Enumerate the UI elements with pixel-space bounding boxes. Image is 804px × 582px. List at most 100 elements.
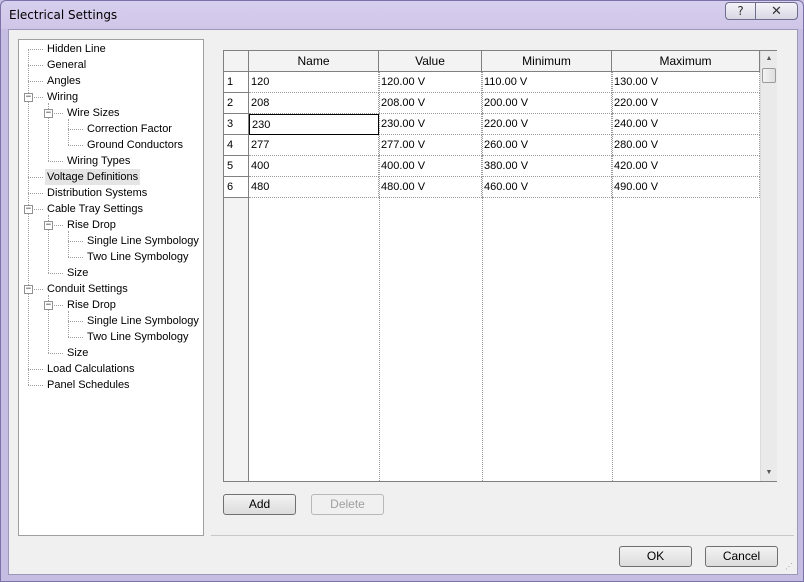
tree-item-label: Wiring bbox=[47, 91, 79, 103]
tree-connector bbox=[48, 353, 63, 354]
table-cell[interactable]: 240.00 V bbox=[612, 114, 760, 135]
scroll-thumb[interactable] bbox=[762, 68, 776, 83]
tree-item[interactable]: Two Line Symbology bbox=[85, 249, 191, 265]
tree-connector bbox=[48, 161, 63, 162]
tree-item[interactable]: Cable Tray Settings bbox=[45, 201, 145, 217]
tree-item[interactable]: Rise Drop bbox=[65, 297, 118, 313]
tree-connector bbox=[28, 193, 43, 194]
scroll-down-icon[interactable]: ▼ bbox=[761, 465, 777, 481]
table-cell[interactable]: 400.00 V bbox=[379, 156, 482, 177]
tree-item[interactable]: Load Calculations bbox=[45, 361, 136, 377]
tree-item[interactable]: Size bbox=[65, 345, 90, 361]
tree-item-label: Panel Schedules bbox=[47, 379, 130, 391]
tree-item[interactable]: Voltage Definitions bbox=[45, 169, 141, 185]
tree-item[interactable]: General bbox=[45, 57, 88, 73]
tree-item-label: Single Line Symbology bbox=[87, 315, 199, 327]
table-cell[interactable]: 277.00 V bbox=[379, 135, 482, 156]
table-cell[interactable]: 208 bbox=[249, 93, 379, 114]
tree-item[interactable]: Angles bbox=[45, 73, 83, 89]
expander-minus-icon[interactable]: − bbox=[24, 93, 33, 102]
voltage-grid[interactable]: Name Value Minimum Maximum 1 120 120.00 V 110.0… bbox=[223, 50, 777, 482]
expander-minus-icon[interactable]: − bbox=[24, 205, 33, 214]
help-button[interactable]: ? bbox=[725, 2, 755, 20]
column-header[interactable]: Value bbox=[379, 51, 482, 72]
table-cell[interactable]: 480 bbox=[249, 177, 379, 198]
table-cell[interactable]: 480.00 V bbox=[379, 177, 482, 198]
tree-item-label: Load Calculations bbox=[47, 363, 135, 375]
column-header[interactable]: Name bbox=[249, 51, 379, 72]
expander-minus-icon[interactable]: − bbox=[44, 109, 53, 118]
tree-item[interactable]: Correction Factor bbox=[85, 121, 174, 137]
table-cell[interactable]: 120.00 V bbox=[379, 72, 482, 93]
table-cell[interactable]: 460.00 V bbox=[482, 177, 612, 198]
tree-item[interactable]: Two Line Symbology bbox=[85, 329, 191, 345]
tree-item-label: Rise Drop bbox=[67, 219, 116, 231]
tree-connector bbox=[68, 311, 69, 337]
tree-connector bbox=[68, 231, 69, 257]
tree-connector bbox=[68, 321, 83, 322]
table-cell[interactable]: 277 bbox=[249, 135, 379, 156]
column-header[interactable]: Maximum bbox=[612, 51, 760, 72]
scroll-up-icon[interactable]: ▲ bbox=[761, 51, 777, 67]
tree-connector bbox=[28, 369, 43, 370]
row-header[interactable]: 1 bbox=[224, 72, 249, 93]
tree-item[interactable]: Single Line Symbology bbox=[85, 233, 201, 249]
table-cell[interactable]: 490.00 V bbox=[612, 177, 760, 198]
close-icon: ✕ bbox=[771, 3, 782, 19]
resize-grip-icon[interactable]: ⋰ bbox=[785, 562, 795, 572]
table-cell[interactable]: 220.00 V bbox=[612, 93, 760, 114]
grid-corner bbox=[224, 51, 249, 72]
table-cell[interactable]: 230.00 V bbox=[379, 114, 482, 135]
tree-item[interactable]: Wiring bbox=[45, 89, 80, 105]
tree-connector bbox=[68, 145, 83, 146]
expander-minus-icon[interactable]: − bbox=[44, 221, 53, 230]
table-cell[interactable]: 400 bbox=[249, 156, 379, 177]
tree-item[interactable]: Wire Sizes bbox=[65, 105, 122, 121]
expander-minus-icon[interactable]: − bbox=[24, 285, 33, 294]
table-cell[interactable]: 120 bbox=[249, 72, 379, 93]
settings-tree[interactable]: Hidden Line General Angles Wiring − Wire Size… bbox=[18, 39, 204, 536]
tree-item-label: Angles bbox=[47, 75, 81, 87]
tree-item[interactable]: Rise Drop bbox=[65, 217, 118, 233]
vertical-scrollbar[interactable]: ▲ ▼ bbox=[760, 51, 777, 481]
tree-item-label: Voltage Definitions bbox=[45, 169, 141, 185]
ok-button[interactable]: OK bbox=[619, 546, 692, 567]
add-button[interactable]: Add bbox=[223, 494, 296, 515]
delete-button[interactable]: Delete bbox=[311, 494, 384, 515]
close-button[interactable]: ✕ bbox=[755, 2, 798, 20]
expander-minus-icon[interactable]: − bbox=[44, 301, 53, 310]
tree-item[interactable]: Ground Conductors bbox=[85, 137, 185, 153]
tree-item[interactable]: Hidden Line bbox=[45, 41, 108, 57]
tree-item[interactable]: Panel Schedules bbox=[45, 377, 132, 393]
tree-item[interactable]: Single Line Symbology bbox=[85, 313, 201, 329]
table-cell[interactable]: 208.00 V bbox=[379, 93, 482, 114]
tree-item-label: Two Line Symbology bbox=[87, 251, 189, 263]
cancel-button[interactable]: Cancel bbox=[705, 546, 778, 567]
tree-connector bbox=[48, 273, 63, 274]
tree-item-label: Conduit Settings bbox=[47, 283, 128, 295]
table-cell[interactable]: 200.00 V bbox=[482, 93, 612, 114]
table-cell[interactable]: 220.00 V bbox=[482, 114, 612, 135]
tree-item-label: Ground Conductors bbox=[87, 139, 183, 151]
table-cell[interactable]: 130.00 V bbox=[612, 72, 760, 93]
dialog-body: Hidden Line General Angles Wiring − Wire Size… bbox=[8, 29, 798, 575]
row-header[interactable]: 6 bbox=[224, 177, 249, 198]
row-header[interactable]: 4 bbox=[224, 135, 249, 156]
row-header[interactable]: 5 bbox=[224, 156, 249, 177]
tree-item-label: Correction Factor bbox=[87, 123, 172, 135]
table-cell[interactable]: 420.00 V bbox=[612, 156, 760, 177]
column-header[interactable]: Minimum bbox=[482, 51, 612, 72]
table-cell[interactable]: 280.00 V bbox=[612, 135, 760, 156]
table-cell[interactable]: 110.00 V bbox=[482, 72, 612, 93]
table-cell[interactable]: 260.00 V bbox=[482, 135, 612, 156]
row-header[interactable]: 2 bbox=[224, 93, 249, 114]
title-bar[interactable]: Electrical Settings ? ✕ bbox=[1, 1, 803, 29]
table-cell[interactable]: 230 bbox=[249, 114, 379, 135]
table-cell[interactable]: 380.00 V bbox=[482, 156, 612, 177]
row-header[interactable]: 3 bbox=[224, 114, 249, 135]
tree-item[interactable]: Wiring Types bbox=[65, 153, 132, 169]
tree-connector bbox=[28, 65, 43, 66]
tree-item[interactable]: Conduit Settings bbox=[45, 281, 130, 297]
tree-item[interactable]: Distribution Systems bbox=[45, 185, 149, 201]
tree-item[interactable]: Size bbox=[65, 265, 90, 281]
